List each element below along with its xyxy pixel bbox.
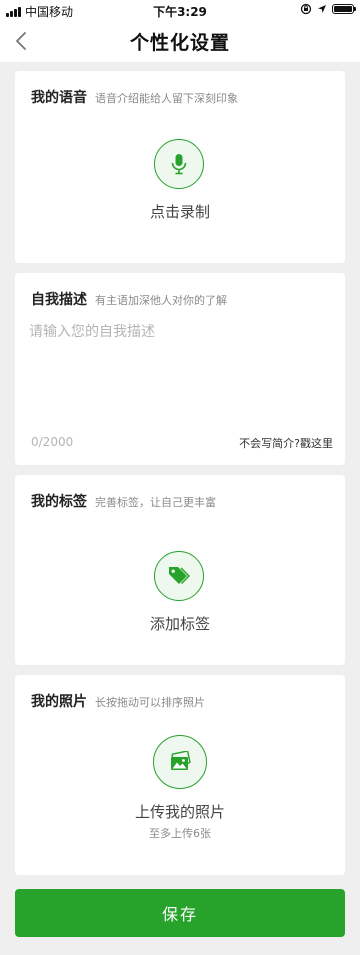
photos-card-hint: 长按拖动可以排序照片 bbox=[95, 696, 205, 709]
tag-icon bbox=[169, 567, 190, 585]
tags-card-title: 我的标签 bbox=[31, 494, 87, 510]
add-tag-label[interactable]: 添加标签 bbox=[15, 613, 345, 634]
photos-card: 我的照片 长按拖动可以排序照片 上传我的照片 至多上传6张 bbox=[15, 675, 345, 875]
voice-card-header: 我的语音 语音介绍能给人留下深刻印象 bbox=[31, 87, 238, 107]
add-tag-button[interactable] bbox=[154, 551, 204, 601]
photos-card-title: 我的照片 bbox=[31, 694, 87, 710]
location-icon bbox=[318, 5, 326, 13]
photos-card-header: 我的照片 长按拖动可以排序照片 bbox=[31, 691, 205, 711]
character-counter: 0/2000 bbox=[31, 435, 74, 449]
description-card: 自我描述 有主语加深他人对你的了解 0/2000 不会写简介?戳这里 bbox=[15, 273, 345, 465]
writing-help-link[interactable]: 不会写简介?戳这里 bbox=[239, 435, 333, 451]
record-voice-button[interactable] bbox=[154, 139, 204, 189]
upload-photo-button[interactable] bbox=[153, 735, 207, 789]
tags-card-hint: 完善标签，让自己更丰富 bbox=[95, 496, 216, 509]
voice-card: 我的语音 语音介绍能给人留下深刻印象 点击录制 bbox=[15, 71, 345, 263]
tags-card-header: 我的标签 完善标签，让自己更丰富 bbox=[31, 491, 216, 511]
upload-limit-label: 至多上传6张 bbox=[149, 827, 211, 840]
save-button[interactable]: 保存 bbox=[15, 889, 345, 937]
nav-bar: 个性化设置 bbox=[0, 20, 360, 62]
description-card-header: 自我描述 有主语加深他人对你的了解 bbox=[31, 289, 227, 309]
voice-card-title: 我的语音 bbox=[31, 90, 87, 106]
photos-icon bbox=[171, 751, 191, 770]
voice-card-hint: 语音介绍能给人留下深刻印象 bbox=[95, 92, 238, 105]
rotation-lock-icon bbox=[300, 3, 312, 15]
description-card-hint: 有主语加深他人对你的了解 bbox=[95, 294, 227, 307]
record-voice-label[interactable]: 点击录制 bbox=[15, 201, 345, 222]
status-bar: 中国移动 下午3:29 bbox=[0, 0, 360, 20]
tags-card: 我的标签 完善标签，让自己更丰富 添加标签 bbox=[15, 475, 345, 665]
page-title: 个性化设置 bbox=[129, 32, 230, 54]
self-description-input[interactable] bbox=[29, 321, 331, 431]
microphone-icon bbox=[171, 154, 187, 175]
battery-icon bbox=[332, 4, 356, 14]
status-right bbox=[300, 3, 356, 15]
description-card-title: 自我描述 bbox=[31, 292, 87, 308]
upload-photo-label[interactable]: 上传我的照片 bbox=[15, 801, 345, 822]
